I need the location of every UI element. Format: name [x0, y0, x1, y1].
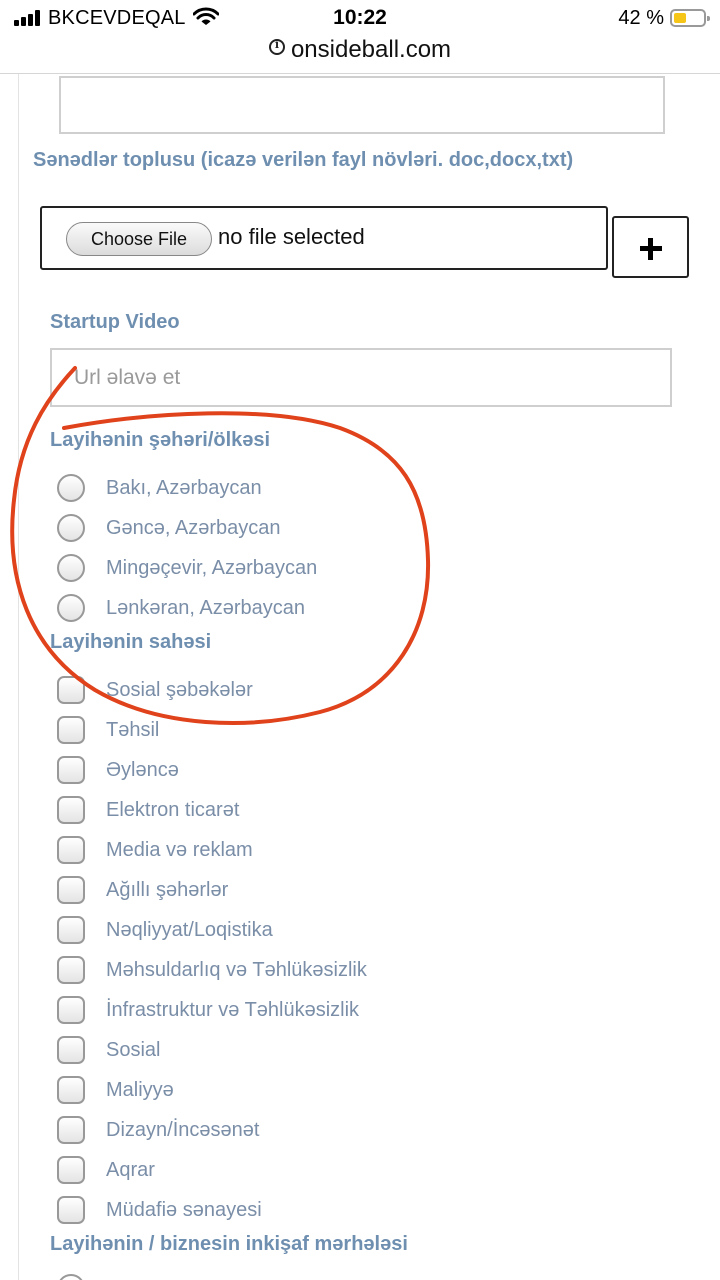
checkbox[interactable] [57, 836, 85, 864]
url-text: onsideball.com [290, 36, 452, 63]
form-page: Sənədlər toplusu (icazə verilən fayl növ… [18, 74, 720, 1280]
field-option[interactable]: Sosial [57, 1036, 657, 1066]
video-url-input[interactable] [50, 348, 672, 407]
documents-label: Sənədlər toplusu (icazə verilən fayl növ… [33, 149, 574, 171]
option-label: Sosial [106, 1039, 161, 1061]
file-upload-box: Choose File no file selected [40, 206, 608, 270]
info-icon[interactable] [268, 38, 285, 55]
checkbox[interactable] [57, 716, 85, 744]
option-label: Gəncə, Azərbaycan [106, 517, 281, 539]
address-display[interactable]: onsideball.com [0, 36, 720, 64]
field-option[interactable]: İnfrastruktur və Təhlükəsizlik [57, 996, 657, 1026]
option-label: Nəqliyyat/Loqistika [106, 919, 273, 941]
description-textarea[interactable] [59, 76, 665, 134]
startup-video-label: Startup Video [50, 311, 180, 333]
option-label: Elektron ticarət [106, 799, 240, 821]
field-option[interactable]: Sosial şəbəkələr [57, 676, 657, 706]
option-label: Media və reklam [106, 839, 253, 861]
checkbox[interactable] [57, 1076, 85, 1104]
option-label: Bakı, Azərbaycan [106, 477, 262, 499]
option-label: Dizayn/İncəsənət [106, 1119, 260, 1141]
status-time: 10:22 [333, 6, 387, 29]
field-option[interactable]: Müdafiə sənayesi [57, 1196, 657, 1226]
option-label: Sosial şəbəkələr [106, 679, 253, 701]
field-option[interactable]: Media və reklam [57, 836, 657, 866]
file-status-text: no file selected [218, 224, 365, 249]
checkbox[interactable] [57, 1156, 85, 1184]
status-bar: BKCEVDEQAL 10:22 42 % [0, 0, 720, 36]
checkbox[interactable] [57, 756, 85, 784]
city-option[interactable]: Gəncə, Azərbaycan [57, 514, 657, 544]
battery-icon [670, 9, 710, 27]
checkbox[interactable] [57, 676, 85, 704]
radio-button[interactable] [57, 474, 85, 502]
field-section-label: Layihənin sahəsi [50, 631, 212, 653]
field-option[interactable]: Məhsuldarlıq və Təhlükəsizlik [57, 956, 657, 986]
radio-button[interactable] [57, 514, 85, 542]
radio-button[interactable] [57, 1274, 85, 1280]
stage-section-label: Layihənin / biznesin inkişaf mərhələsi [50, 1233, 408, 1255]
option-label: İnfrastruktur və Təhlükəsizlik [106, 999, 360, 1021]
field-option[interactable]: Əyləncə [57, 756, 657, 786]
checkbox[interactable] [57, 996, 85, 1024]
add-file-button[interactable] [612, 216, 689, 278]
option-label: Müdafiə sənayesi [106, 1199, 262, 1221]
option-label: Lənkəran, Azərbaycan [106, 597, 306, 619]
browser-address-bar[interactable]: onsideball.com [0, 36, 720, 74]
checkbox[interactable] [57, 796, 85, 824]
city-section-label: Layihənin şəhəri/ölkəsi [50, 429, 271, 451]
checkbox[interactable] [57, 1196, 85, 1224]
option-label: Ağıllı şəhərlər [106, 879, 229, 901]
city-option[interactable]: Mingəçevir, Azərbaycan [57, 554, 657, 584]
field-option[interactable]: Ağıllı şəhərlər [57, 876, 657, 906]
checkbox[interactable] [57, 916, 85, 944]
option-label: Məhsuldarlıq və Təhlükəsizlik [106, 959, 367, 981]
field-option[interactable]: Aqrar [57, 1156, 657, 1186]
field-option[interactable]: Nəqliyyat/Loqistika [57, 916, 657, 946]
radio-button[interactable] [57, 594, 85, 622]
field-option[interactable]: Elektron ticarət [57, 796, 657, 826]
city-option[interactable]: Lənkəran, Azərbaycan [57, 594, 657, 624]
checkbox[interactable] [57, 956, 85, 984]
city-option[interactable]: Bakı, Azərbaycan [57, 474, 657, 504]
checkbox[interactable] [57, 876, 85, 904]
option-label: Təhsil [106, 719, 160, 741]
field-option[interactable]: Dizayn/İncəsənət [57, 1116, 657, 1146]
checkbox[interactable] [57, 1116, 85, 1144]
battery-percentage: 42 % [618, 7, 664, 29]
radio-button[interactable] [57, 554, 85, 582]
option-label: Əyləncə [106, 759, 179, 781]
field-option[interactable]: Təhsil [57, 716, 657, 746]
option-label: Aqrar [106, 1159, 155, 1181]
checkbox[interactable] [57, 1036, 85, 1064]
choose-file-button[interactable]: Choose File [66, 222, 212, 256]
option-label: Mingəçevir, Azərbaycan [106, 557, 318, 579]
option-label: Maliyyə [106, 1079, 174, 1101]
field-option[interactable]: Maliyyə [57, 1076, 657, 1106]
